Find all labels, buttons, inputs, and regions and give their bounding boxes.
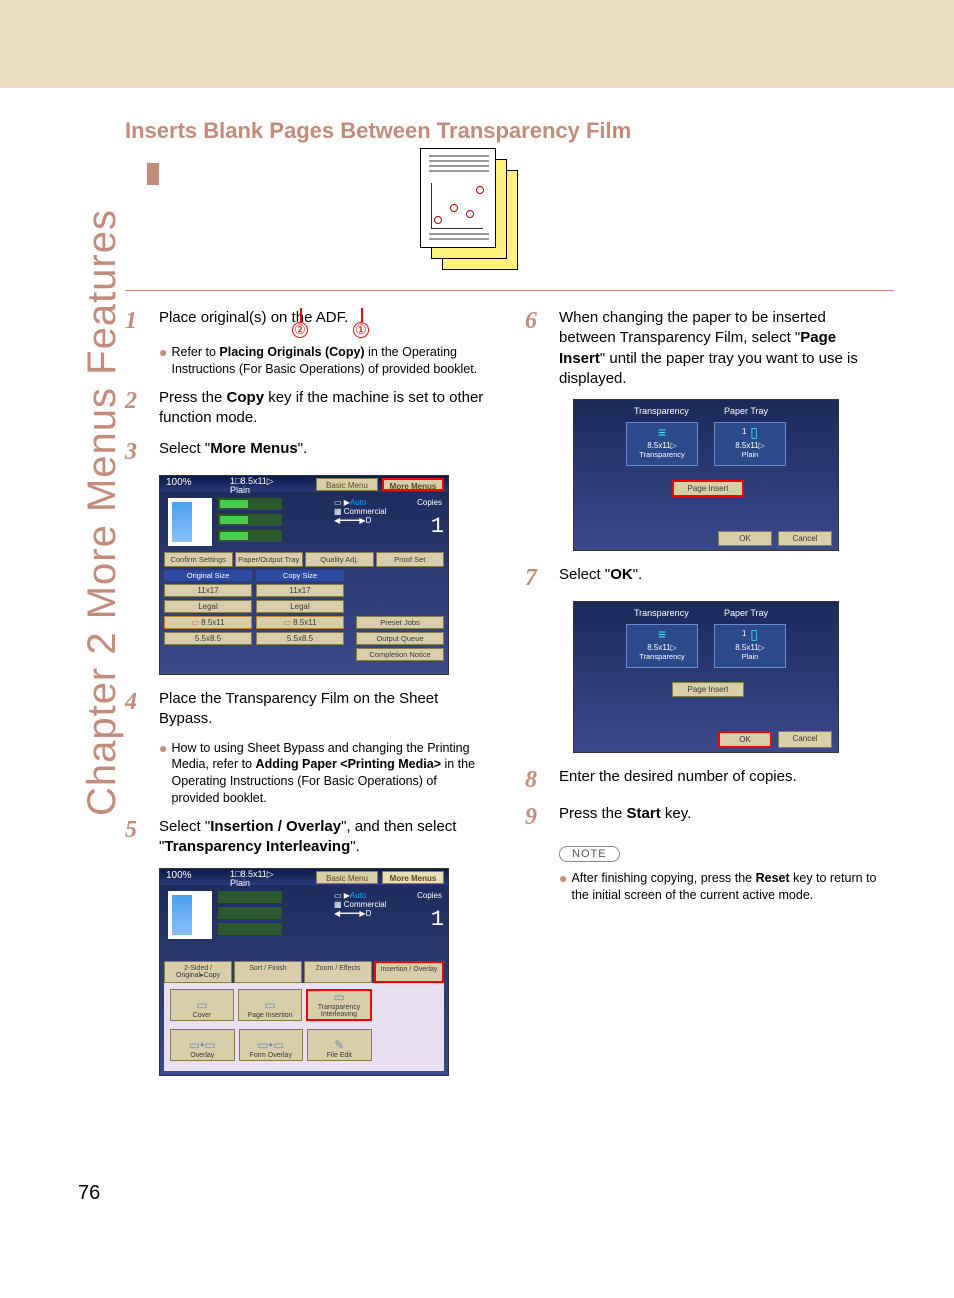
tray-info: 1□8.5x11▷Plain bbox=[230, 477, 274, 495]
zoom-pct: 100% bbox=[166, 477, 192, 488]
chapter-tab: Chapter 2 More Menus Features bbox=[42, 131, 117, 771]
page-number: 76 bbox=[78, 1182, 100, 1205]
step-4: 4 Place the Transparency Film on the She… bbox=[125, 689, 485, 730]
section-heading: Inserts Blank Pages Between Transparency… bbox=[125, 118, 631, 144]
screenshot-insertion-overlay: 100% 1□8.5x11▷Plain Basic Menu More Menu… bbox=[159, 868, 449, 1076]
output-queue-button[interactable]: Output Queue bbox=[356, 632, 444, 645]
top-band bbox=[0, 0, 954, 88]
step-6: 6 When changing the paper to be inserted… bbox=[525, 308, 885, 389]
screenshot-page-insert: Transparency Paper Tray ≡ 8.5x11▷ Transp… bbox=[573, 399, 839, 551]
right-column: 6 When changing the paper to be inserted… bbox=[525, 308, 885, 1298]
transparency-interleaving-button[interactable]: ▭Transparency Interleaving bbox=[306, 989, 372, 1021]
mode-info: ▭ ▶Auto Copies ▦ Commercial ◀━━━━▶D bbox=[334, 498, 442, 525]
step-9: 9 Press the Start key. bbox=[525, 804, 885, 830]
confirm-settings-button[interactable]: Confirm Settings bbox=[164, 552, 233, 567]
cancel-button[interactable]: Cancel bbox=[778, 731, 832, 748]
quality-adj-button[interactable]: Quality Adj. bbox=[305, 552, 374, 567]
tab-basic-menu[interactable]: Basic Menu bbox=[316, 478, 378, 491]
copy-size-header: Copy Size bbox=[256, 570, 344, 581]
step-2: 2 Press the Copy key if the machine is s… bbox=[125, 388, 485, 429]
preset-jobs-button[interactable]: Preset Jobs bbox=[356, 616, 444, 629]
note-label: NOTE bbox=[559, 846, 620, 862]
overlay-button[interactable]: ▭•▭Overlay bbox=[170, 1029, 235, 1061]
divider bbox=[125, 290, 894, 291]
step-1-note: ● Refer to Placing Originals (Copy) in t… bbox=[159, 344, 485, 378]
tab-insertion-overlay[interactable]: Insertion / Overlay bbox=[374, 961, 444, 983]
cover-button[interactable]: ▭Cover bbox=[170, 989, 234, 1021]
tab-2sided[interactable]: 2-Sided / Original▸Copy bbox=[164, 961, 232, 983]
paper-output-button[interactable]: Paper/Output Tray bbox=[235, 552, 304, 567]
file-edit-button[interactable]: ✎File Edit bbox=[307, 1029, 372, 1061]
tab-more-menus[interactable]: More Menus bbox=[382, 478, 444, 491]
tab-accent bbox=[147, 163, 159, 185]
preview-thumb bbox=[168, 498, 212, 546]
ok-button[interactable]: OK bbox=[718, 731, 772, 748]
step-7: 7 Select "OK". bbox=[525, 565, 885, 591]
tab-more-menus[interactable]: More Menus bbox=[382, 871, 444, 884]
cancel-button[interactable]: Cancel bbox=[778, 531, 832, 546]
transparency-cell: ≡ 8.5x11▷ Transparency bbox=[626, 422, 698, 466]
chapter-title: Chapter 2 More Menus Features bbox=[80, 209, 125, 816]
proof-set-button[interactable]: Proof Set bbox=[376, 552, 445, 567]
tab-basic-menu[interactable]: Basic Menu bbox=[316, 871, 378, 884]
page-insertion-button[interactable]: ▭Page Insertion bbox=[238, 989, 302, 1021]
left-column: 1 Place original(s) on the ADF. ● Refer … bbox=[125, 308, 485, 1298]
screenshot-more-menus: 100% 1□8.5x11▷Plain Basic Menu More Menu… bbox=[159, 475, 449, 675]
step-8: 8 Enter the desired number of copies. bbox=[525, 767, 885, 793]
step-3: 3 Select "More Menus". bbox=[125, 439, 485, 465]
hero-illustration bbox=[420, 148, 530, 278]
final-note: ● After finishing copying, press the Res… bbox=[559, 870, 885, 904]
ok-button[interactable]: OK bbox=[718, 531, 772, 546]
tab-zoom-effects[interactable]: Zoom / Effects bbox=[304, 961, 372, 983]
page-body: Chapter 2 More Menus Features Inserts Bl… bbox=[0, 88, 954, 1235]
tab-sort-finish[interactable]: Sort / Finish bbox=[234, 961, 302, 983]
screenshot-ok: Transparency Paper Tray ≡ 8.5x11▷ Transp… bbox=[573, 601, 839, 753]
step-4-note: ● How to using Sheet Bypass and changing… bbox=[159, 740, 485, 808]
page-insert-button[interactable]: Page Insert bbox=[672, 480, 744, 497]
page-insert-button[interactable]: Page Insert bbox=[672, 682, 744, 697]
step-5: 5 Select "Insertion / Overlay", and then… bbox=[125, 817, 485, 858]
size-grid: 11x1711x17 LegalLegal 8.5x118.5x11 5.5x8… bbox=[164, 584, 344, 648]
callouts: ② ① bbox=[125, 1090, 415, 1298]
completion-notice-button[interactable]: Completion Notice bbox=[356, 648, 444, 661]
form-overlay-button[interactable]: ▭•▭Form Overlay bbox=[239, 1029, 304, 1061]
original-size-header: Original Size bbox=[164, 570, 252, 581]
copies-count: 1 bbox=[431, 514, 444, 539]
orientation-arrows bbox=[218, 498, 284, 546]
paper-tray-cell: 1 ▯ 8.5x11▷ Plain bbox=[714, 422, 786, 466]
